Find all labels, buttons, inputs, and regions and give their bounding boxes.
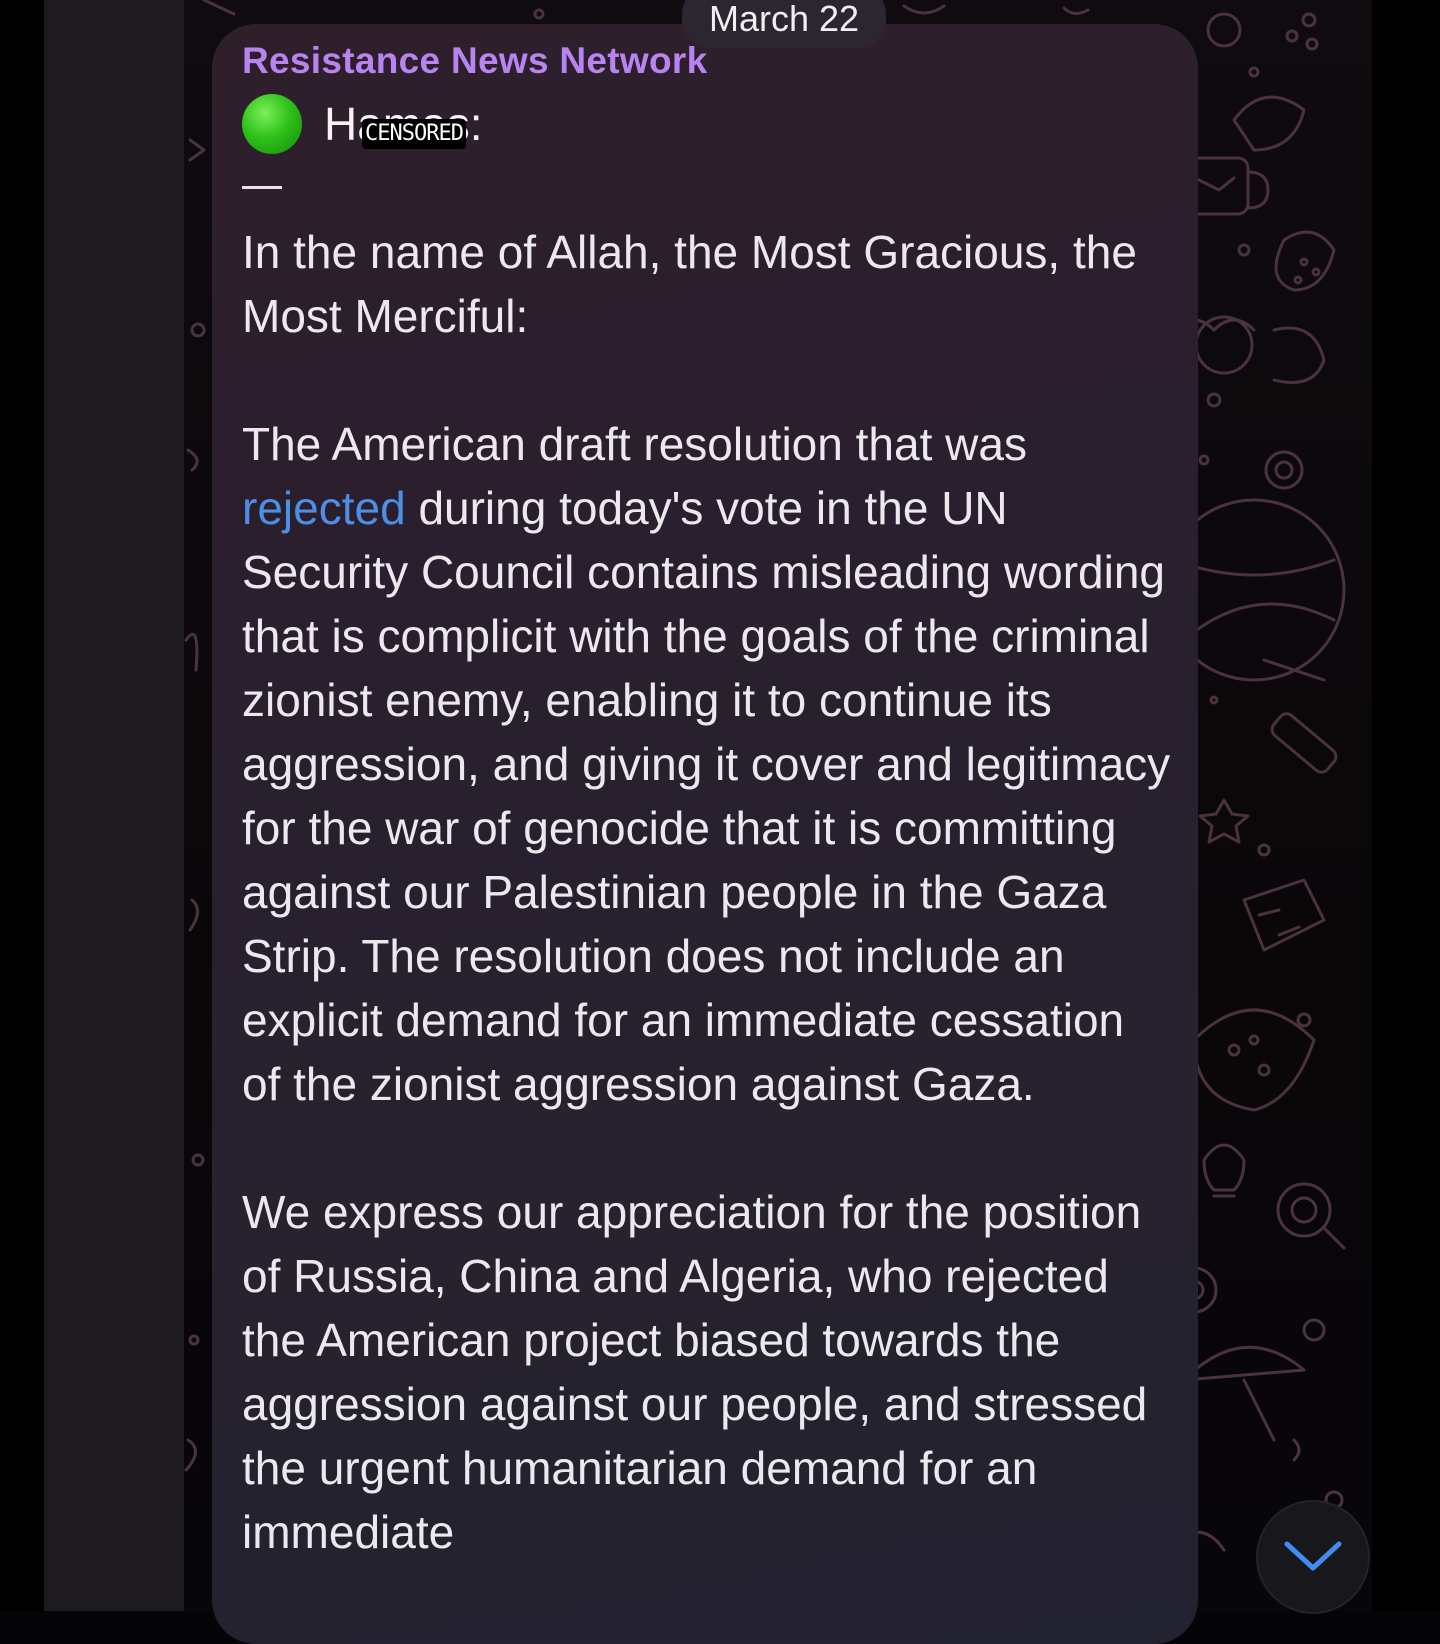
scroll-to-bottom-button[interactable] (1256, 1500, 1370, 1614)
censored-title: Hamas: CENSORED (324, 97, 483, 151)
message-body: In the name of Allah, the Most Gracious,… (242, 220, 1172, 1564)
green-circle-icon (242, 94, 302, 154)
left-panel-strip (44, 0, 184, 1611)
paragraph-2: The American draft resolution that was r… (242, 412, 1172, 1116)
chevron-down-icon (1284, 1541, 1342, 1571)
message-title-line: Hamas: CENSORED (242, 92, 483, 156)
paragraph-3: We express our appreciation for the posi… (242, 1186, 1148, 1558)
censored-label: CENSORED (362, 119, 466, 149)
rejected-link[interactable]: rejected (242, 482, 406, 534)
paragraph-1: In the name of Allah, the Most Gracious,… (242, 226, 1137, 342)
paragraph-2-rest: during today's vote in the UN Security C… (242, 482, 1171, 1110)
separator-dash (242, 186, 282, 189)
paragraph-2-prefix: The American draft resolution that was (242, 418, 1027, 470)
date-separator: March 22 (682, 0, 886, 48)
screen-edge-left (0, 0, 44, 1611)
title-prefix: H (324, 98, 358, 150)
title-suffix: : (469, 98, 483, 150)
screen-edge-right (1372, 0, 1440, 1611)
sender-name[interactable]: Resistance News Network (242, 40, 707, 82)
